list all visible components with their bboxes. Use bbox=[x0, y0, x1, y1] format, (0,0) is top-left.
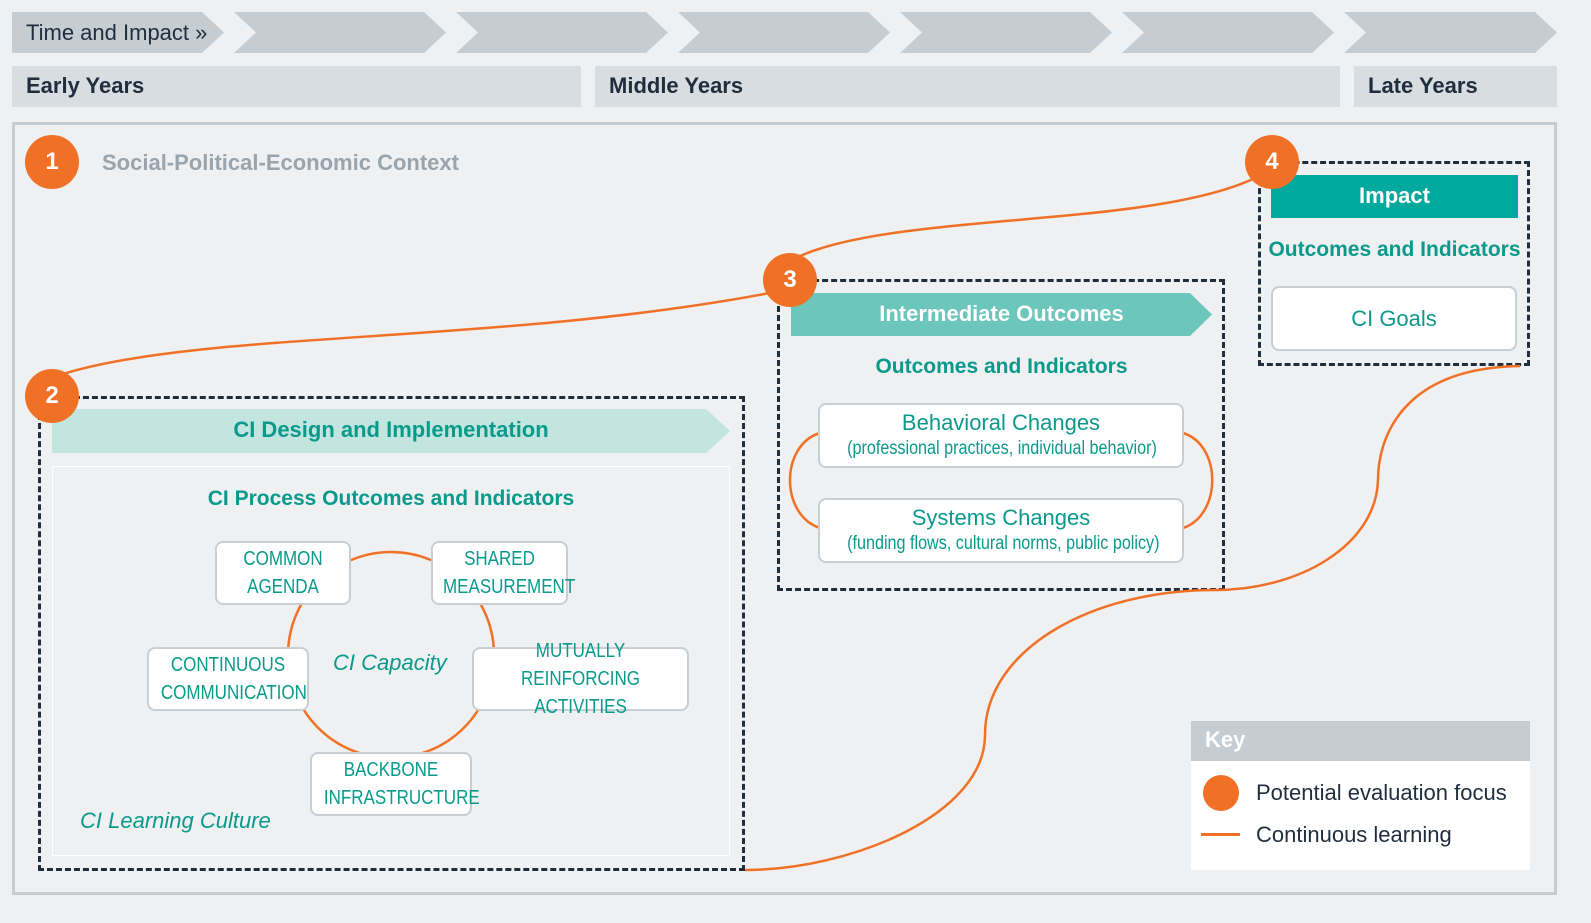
learning-curves bbox=[59, 176, 1521, 872]
changes-loop-left bbox=[788, 431, 821, 530]
element-common-agenda: COMMON AGENDA bbox=[215, 541, 351, 605]
systems-changes: Systems Changes (funding flows, cultural … bbox=[818, 498, 1184, 563]
ci-goals: CI Goals bbox=[1271, 286, 1517, 351]
element-mutually-reinforcing: MUTUALLY REINFORCING ACTIVITIES bbox=[472, 640, 689, 718]
learning-curve-2-3 bbox=[59, 290, 776, 377]
intermediate-banner-text: Intermediate Outcomes bbox=[879, 301, 1124, 326]
changes-loop-right bbox=[1182, 431, 1214, 530]
element-backbone: BACKBONE INFRASTRUCTURE bbox=[310, 752, 480, 816]
focus-marker-2: 2 bbox=[25, 369, 79, 423]
element-shared-measurement: SHARED MEASUREMENT bbox=[431, 541, 575, 605]
learning-curve-3-4 bbox=[799, 176, 1256, 258]
focus-marker-1: 1 bbox=[25, 135, 79, 189]
focus-marker-3: 3 bbox=[763, 253, 817, 307]
focus-marker-4: 4 bbox=[1245, 135, 1299, 189]
element-continuous-communication: CONTINUOUS COMMUNICATION bbox=[147, 647, 309, 711]
behavioral-changes: Behavioral Changes (professional practice… bbox=[818, 403, 1184, 468]
